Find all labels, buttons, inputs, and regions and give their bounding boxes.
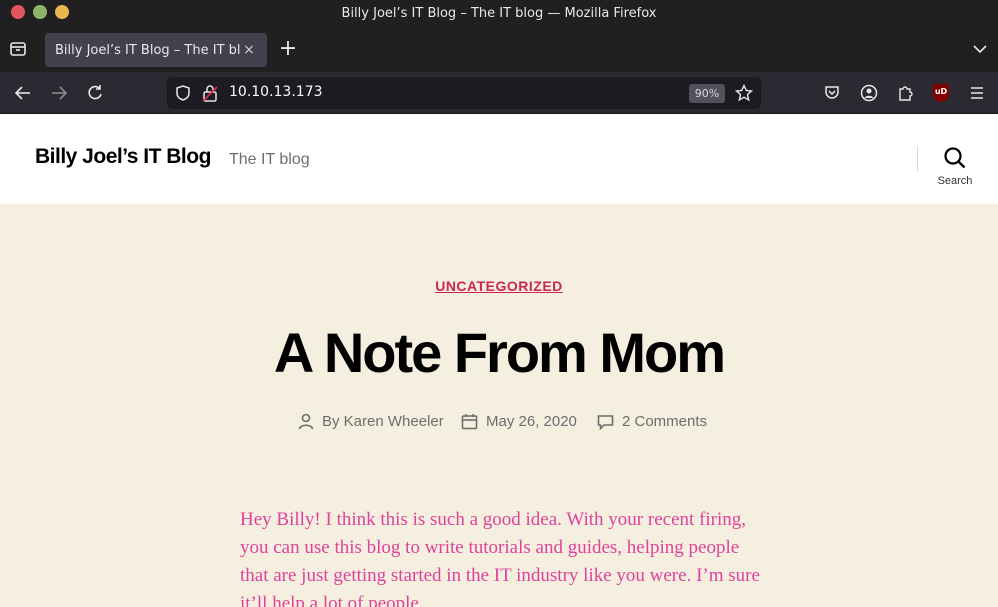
author-text[interactable]: By Karen Wheeler [322, 413, 444, 430]
ublock-origin-icon[interactable]: uD [933, 84, 949, 102]
url-text[interactable]: 10.10.13.173 [229, 84, 323, 100]
post-title[interactable]: A Note From Mom [0, 320, 998, 385]
new-tab-button[interactable]: + [278, 38, 298, 60]
forward-arrow-icon[interactable] [49, 83, 69, 103]
account-icon[interactable] [860, 84, 878, 102]
search-toggle-button[interactable]: Search [925, 146, 985, 192]
user-icon [298, 413, 314, 430]
pocket-icon[interactable] [823, 84, 841, 102]
hamburger-menu-icon[interactable] [968, 84, 986, 102]
bookmark-star-icon[interactable] [735, 84, 753, 102]
address-bar[interactable]: 10.10.13.173 90% [167, 77, 761, 109]
post-date[interactable]: May 26, 2020 [461, 413, 577, 430]
navigation-toolbar: 10.10.13.173 90% [0, 72, 998, 114]
comments-text[interactable]: 2 Comments [622, 413, 707, 430]
comment-bubble-icon [597, 414, 614, 430]
date-text[interactable]: May 26, 2020 [486, 413, 577, 430]
reload-icon[interactable] [85, 83, 105, 103]
extensions-puzzle-icon[interactable] [896, 84, 914, 102]
insecure-lock-icon[interactable] [202, 84, 218, 102]
post-category: UNCATEGORIZED [0, 276, 998, 295]
tab-strip: Billy Joel’s IT Blog – The IT blog × + [0, 26, 998, 72]
search-icon [944, 147, 966, 169]
tab-active[interactable]: Billy Joel’s IT Blog – The IT blog × [45, 33, 267, 67]
window-titlebar: Billy Joel’s IT Blog – The IT blog — Moz… [0, 0, 998, 26]
post-content: Hey Billy! I think this is such a good i… [240, 509, 760, 607]
site-title-link[interactable]: Billy Joel’s IT Blog [35, 145, 211, 169]
tab-title: Billy Joel’s IT Blog – The IT blog [55, 42, 241, 58]
minimize-window-button[interactable] [33, 5, 47, 19]
post-comments[interactable]: 2 Comments [597, 413, 707, 430]
calendar-icon [461, 414, 478, 430]
chevron-down-icon[interactable] [972, 41, 988, 57]
back-arrow-icon[interactable] [13, 83, 33, 103]
header-divider [917, 146, 918, 171]
post-author[interactable]: By Karen Wheeler [298, 413, 444, 430]
category-link[interactable]: UNCATEGORIZED [435, 278, 563, 294]
maximize-window-button[interactable] [55, 5, 69, 19]
window-title: Billy Joel’s IT Blog – The IT blog — Moz… [341, 5, 657, 21]
zoom-level-badge[interactable]: 90% [689, 84, 725, 103]
web-page: Billy Joel’s IT Blog The IT blog Search … [0, 114, 998, 607]
firefox-view-icon[interactable] [9, 40, 27, 58]
search-label: Search [937, 175, 973, 187]
close-window-button[interactable] [11, 5, 25, 19]
tab-close-icon[interactable]: × [241, 42, 257, 58]
site-header: Billy Joel’s IT Blog The IT blog Search [0, 114, 998, 204]
window-controls [11, 5, 69, 19]
site-description: The IT blog [229, 151, 310, 168]
tracking-protection-shield-icon[interactable] [174, 84, 192, 102]
